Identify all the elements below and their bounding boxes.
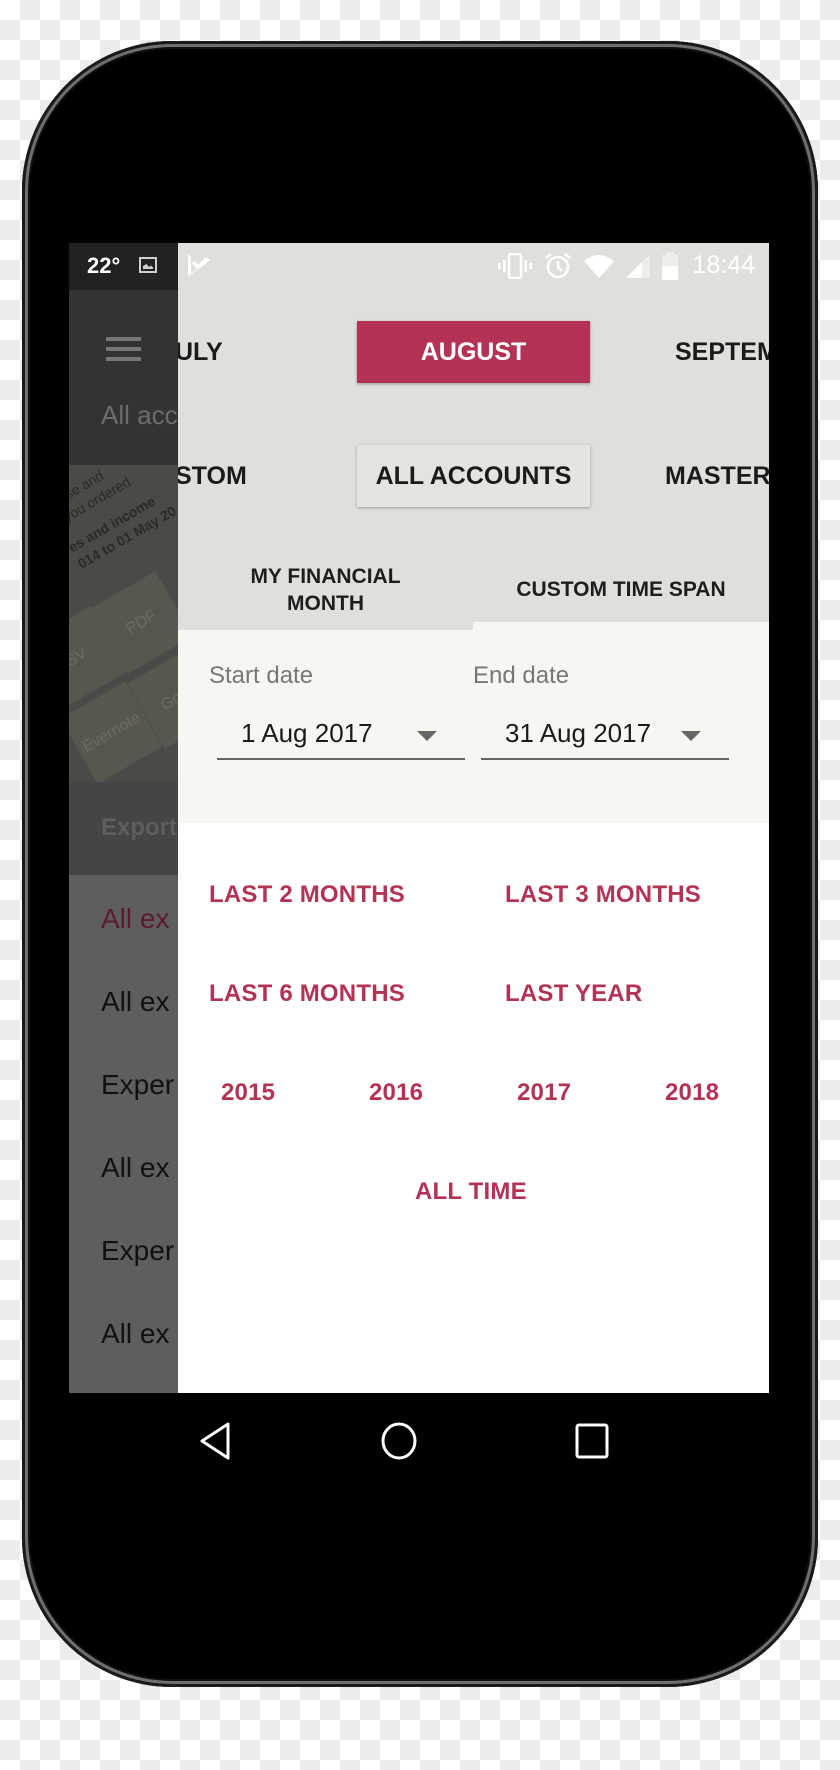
tab-label: CUSTOM TIME SPAN xyxy=(516,578,726,601)
export-list-item[interactable]: All ex xyxy=(101,986,169,1018)
status-bar-right: 18:44 xyxy=(498,251,755,280)
export-illustration: pense and s you ordered. es and income 0… xyxy=(69,465,179,782)
last-year-button[interactable]: LAST YEAR xyxy=(505,980,642,1008)
month-selected-button[interactable]: AUGUST xyxy=(357,321,590,383)
image-icon xyxy=(139,257,157,273)
background-app-bar: All acc xyxy=(69,290,179,465)
account-selector: STOM ALL ACCOUNTS MASTER xyxy=(178,445,769,507)
account-next[interactable]: MASTER xyxy=(665,445,769,507)
account-selected-button[interactable]: ALL ACCOUNTS xyxy=(357,445,590,507)
last-2-months-button[interactable]: LAST 2 MONTHS xyxy=(209,881,405,909)
signal-icon xyxy=(626,253,651,278)
recents-button[interactable] xyxy=(572,1421,612,1461)
status-bar-left: 22° xyxy=(69,243,179,290)
all-time-button[interactable]: ALL TIME xyxy=(415,1178,527,1206)
end-date-value: 31 Aug 2017 xyxy=(505,718,652,748)
year-2018-button[interactable]: 2018 xyxy=(665,1079,719,1107)
export-list-item[interactable]: Exper xyxy=(101,1069,174,1101)
selector-panel: 18:44 ULY AUGUST SEPTEM STOM ALL ACCOUNT… xyxy=(178,243,769,630)
dropdown-arrow-icon xyxy=(681,731,701,741)
account-prev[interactable]: STOM xyxy=(178,445,247,507)
back-icon xyxy=(200,1422,230,1460)
home-button[interactable] xyxy=(379,1421,419,1461)
end-date-label: End date xyxy=(473,662,570,689)
export-list: All ex All ex Exper All ex Exper All ex xyxy=(69,875,179,1393)
start-date-value: 1 Aug 2017 xyxy=(241,718,373,748)
dropdown-arrow-icon xyxy=(417,731,437,741)
android-nav-bar xyxy=(69,1393,769,1487)
year-2016-button[interactable]: 2016 xyxy=(369,1079,423,1107)
battery-icon xyxy=(662,251,679,280)
time-span-sheet: 18:44 ULY AUGUST SEPTEM STOM ALL ACCOUNT… xyxy=(178,243,769,1393)
alarm-icon xyxy=(545,252,572,278)
time-span-tabs: MY FINANCIAL MONTH CUSTOM TIME SPAN xyxy=(178,549,769,630)
menu-icon[interactable] xyxy=(106,337,141,361)
export-section-header: Export xyxy=(69,782,179,875)
recents-icon xyxy=(575,1423,609,1459)
last-6-months-button[interactable]: LAST 6 MONTHS xyxy=(209,980,405,1008)
background-subtitle: All acc xyxy=(101,400,178,430)
start-date-dropdown[interactable]: 1 Aug 2017 xyxy=(217,710,465,760)
clock: 18:44 xyxy=(692,251,755,279)
temperature: 22° xyxy=(87,253,121,278)
app-check-icon xyxy=(188,254,210,276)
date-range-panel: Start date 1 Aug 2017 End date 31 Aug 20… xyxy=(178,630,769,823)
device-screen: 22° All acc pense and s you ordered. es … xyxy=(69,243,769,1487)
export-list-item[interactable]: All ex xyxy=(101,903,169,935)
tab-label: MY FINANCIAL MONTH xyxy=(250,564,401,615)
month-prev[interactable]: ULY xyxy=(178,321,223,383)
vibrate-icon xyxy=(498,252,533,279)
back-button[interactable] xyxy=(195,1421,235,1461)
month-selector: ULY AUGUST SEPTEM xyxy=(178,321,769,383)
active-tab-indicator xyxy=(473,622,769,630)
export-header-label: Export xyxy=(101,814,178,841)
start-date-label: Start date xyxy=(209,662,314,689)
month-next[interactable]: SEPTEM xyxy=(675,321,769,383)
home-icon xyxy=(381,1422,417,1460)
export-list-item[interactable]: Exper xyxy=(101,1235,174,1267)
year-2017-button[interactable]: 2017 xyxy=(517,1079,571,1107)
year-2015-button[interactable]: 2015 xyxy=(221,1079,275,1107)
tab-custom-time-span[interactable]: CUSTOM TIME SPAN xyxy=(473,549,769,630)
end-date-dropdown[interactable]: 31 Aug 2017 xyxy=(481,710,729,760)
export-list-item[interactable]: All ex xyxy=(101,1318,169,1350)
export-list-item[interactable]: All ex xyxy=(101,1152,169,1184)
tab-my-financial-month[interactable]: MY FINANCIAL MONTH xyxy=(178,549,473,630)
wifi-icon xyxy=(584,254,615,278)
last-3-months-button[interactable]: LAST 3 MONTHS xyxy=(505,881,701,909)
background-drawer: 22° All acc pense and s you ordered. es … xyxy=(69,243,179,1393)
